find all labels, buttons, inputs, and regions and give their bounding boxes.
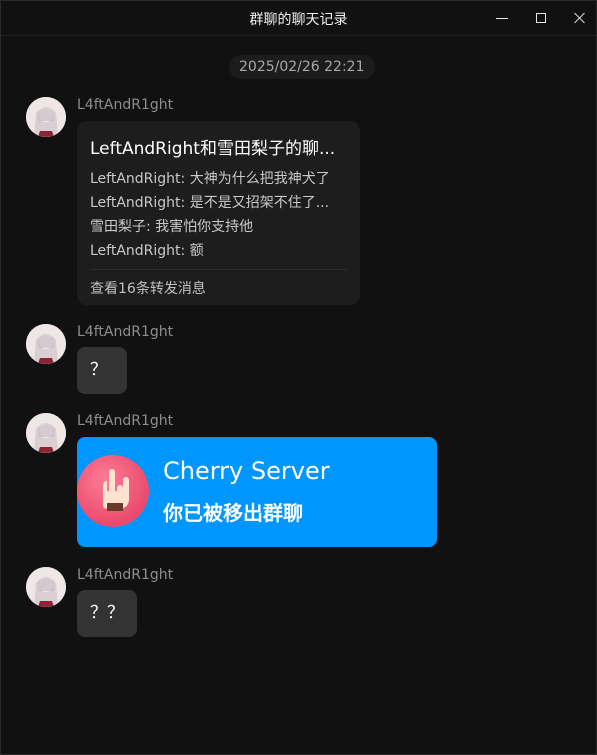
- minimize-button[interactable]: [484, 5, 520, 31]
- server-name: Cherry Server: [163, 457, 330, 485]
- close-button[interactable]: [562, 5, 597, 31]
- view-forwarded-messages-link[interactable]: 查看16条转发消息: [90, 278, 206, 298]
- avatar[interactable]: [26, 413, 66, 453]
- avatar-image: [26, 567, 66, 607]
- rock-hand-icon: [103, 469, 129, 511]
- forward-preview-line: LeftAndRight: 是不是又招架不住了...: [90, 195, 330, 211]
- avatar-image: [26, 324, 66, 364]
- sender-name: L4ftAndR1ght: [77, 324, 174, 340]
- divider: [90, 269, 347, 270]
- forward-preview-line: LeftAndRight: 额: [90, 243, 204, 259]
- removed-from-group-notice: 你已被移出群聊: [163, 501, 303, 525]
- chat-history-window: 群聊的聊天记录 2025/02/26 22:21 L4ftAndR1ght Le…: [0, 0, 597, 755]
- avatar-image: [26, 413, 66, 453]
- avatar[interactable]: [26, 567, 66, 607]
- forward-preview-line: 雪田梨子: 我害怕你支持他: [90, 219, 254, 235]
- server-avatar: [77, 455, 149, 527]
- minimize-icon: [496, 17, 508, 19]
- sender-name: L4ftAndR1ght: [77, 413, 174, 429]
- sender-name: L4ftAndR1ght: [77, 97, 174, 113]
- forwarded-messages-card[interactable]: LeftAndRight和雪田梨子的聊... LeftAndRight: 大神为…: [77, 121, 360, 305]
- avatar-image: [26, 97, 66, 137]
- server-notice-card[interactable]: Cherry Server 你已被移出群聊: [77, 437, 437, 547]
- sender-name: L4ftAndR1ght: [77, 567, 174, 583]
- message-timestamp: 2025/02/26 22:21: [229, 55, 375, 79]
- avatar[interactable]: [26, 324, 66, 364]
- maximize-button[interactable]: [523, 5, 559, 31]
- forward-preview-line: LeftAndRight: 大神为什么把我神犬了: [90, 171, 330, 187]
- title-bar[interactable]: 群聊的聊天记录: [1, 1, 596, 36]
- message-bubble[interactable]: ？: [77, 347, 127, 394]
- avatar[interactable]: [26, 97, 66, 137]
- forward-card-title: LeftAndRight和雪田梨子的聊...: [90, 139, 336, 159]
- close-icon: [574, 12, 586, 24]
- maximize-icon: [536, 13, 546, 23]
- message-bubble[interactable]: ？？: [77, 590, 137, 637]
